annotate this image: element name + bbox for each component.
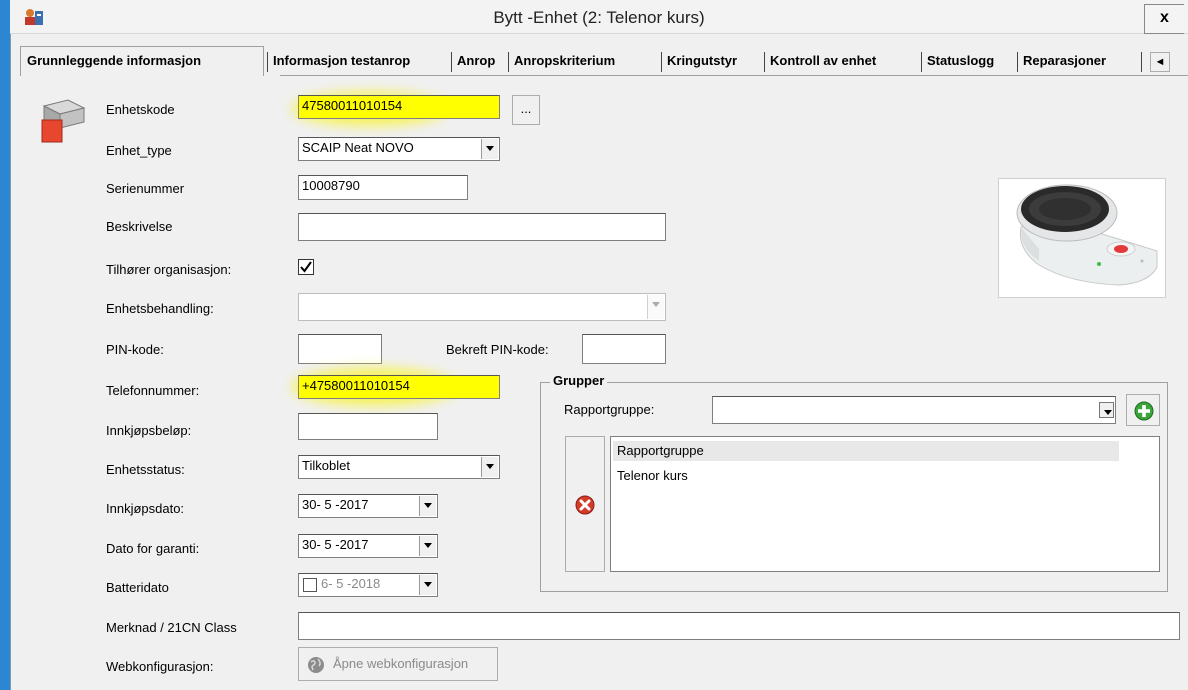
dropdown-arrow-icon[interactable] [647,295,664,319]
apne-webkonfigurasjon-label: Åpne webkonfigurasjon [333,656,469,671]
list-item[interactable]: Telenor kurs [617,468,688,483]
close-button[interactable]: x [1144,4,1184,34]
beskrivelse-label: Beskrivelse [106,219,173,234]
tab-anrop[interactable]: Anrop [451,50,495,74]
innkjopsdato-label: Innkjøpsdato: [106,501,185,516]
checkmark-icon [300,261,312,273]
tab-kringutstyr[interactable]: Kringutstyr [661,50,737,74]
device-image [998,178,1166,298]
rapportgruppe-label: Rapportgruppe: [564,402,655,417]
telefonnummer-label: Telefonnummer: [106,383,200,398]
bekreft-pin-kode-field[interactable] [582,334,666,364]
merknad-field[interactable] [298,612,1180,640]
add-icon [1134,401,1154,421]
serienummer-label: Serienummer [106,181,185,196]
enhetskode-browse-button[interactable]: ... [512,95,540,125]
tab-separator [1141,52,1142,72]
dropdown-arrow-icon[interactable] [481,139,498,159]
enhetsbehandling-select[interactable] [298,293,666,321]
serienummer-field[interactable]: 10008790 [298,175,468,200]
dropdown-arrow-icon[interactable] [419,536,436,556]
tab-underline [280,75,1188,76]
enhetsstatus-value: Tilkoblet [302,458,350,473]
innkjopsdato-value: 30- 5 -2017 [302,497,369,512]
enhet-type-select[interactable]: SCAIP Neat NOVO [298,137,500,161]
dato-for-garanti-value: 30- 5 -2017 [302,537,369,552]
enhetskode-label: Enhetskode [106,102,175,117]
enhet-type-label: Enhet_type [106,143,172,158]
rapportgruppe-select[interactable] [712,396,1116,424]
innkjopsbelop-field[interactable] [298,413,438,440]
tab-grunnleggende-informasjon[interactable]: Grunnleggende informasjon [20,46,264,76]
dropdown-arrow-icon[interactable] [481,457,498,477]
title-bar: Bytt -Enhet (2: Telenor kurs) [10,0,1188,34]
enhetsstatus-label: Enhetsstatus: [106,462,185,477]
batteridato-picker[interactable]: 6- 5 -2018 [298,573,438,597]
tilhorer-organisasjon-checkbox[interactable] [298,259,314,275]
list-item[interactable]: Rapportgruppe [617,443,704,458]
tilhorer-organisasjon-label: Tilhører organisasjon: [106,262,232,277]
pin-kode-field[interactable] [298,334,382,364]
dropdown-arrow-icon[interactable] [419,496,436,516]
pin-kode-label: PIN-kode: [106,342,164,357]
dropdown-arrow-icon[interactable] [419,575,436,595]
dropdown-arrow-icon[interactable] [1099,402,1114,418]
tab-scroll-left-button[interactable]: ◄ [1150,52,1170,72]
enhetsstatus-select[interactable]: Tilkoblet [298,455,500,479]
grupper-title: Grupper [550,373,608,388]
batteridato-label: Batteridato [106,580,169,595]
add-group-button[interactable] [1126,394,1160,426]
tab-strip: Grunnleggende informasjon Informasjon te… [10,34,1188,76]
beskrivelse-field[interactable] [298,213,666,241]
group-list[interactable]: Rapportgruppe Telenor kurs [610,436,1160,572]
dato-for-garanti-picker[interactable]: 30- 5 -2017 [298,534,438,558]
innkjopsdato-picker[interactable]: 30- 5 -2017 [298,494,438,518]
enhet-type-value: SCAIP Neat NOVO [302,140,414,155]
bekreft-pin-kode-label: Bekreft PIN-kode: [446,342,549,357]
device-icon [41,99,86,143]
enhetskode-field[interactable]: 47580011010154 [298,95,500,119]
globe-icon [308,657,324,673]
window-title: Bytt -Enhet (2: Telenor kurs) [493,8,705,27]
merknad-label: Merknad / 21CN Class [106,620,237,635]
tab-informasjon-testanrop[interactable]: Informasjon testanrop [267,50,410,74]
batteridato-value: 6- 5 -2018 [321,576,381,591]
dato-for-garanti-label: Dato for garanti: [106,541,200,556]
tab-anropskriterium[interactable]: Anropskriterium [508,50,615,74]
webkonfigurasjon-label: Webkonfigurasjon: [106,659,214,674]
enhetsbehandling-label: Enhetsbehandling: [106,301,214,316]
tab-reparasjoner[interactable]: Reparasjoner [1017,50,1106,74]
neat-novo-device-picture [1016,184,1158,286]
telefonnummer-field[interactable]: +47580011010154 [298,375,500,399]
tab-statuslogg[interactable]: Statuslogg [921,50,994,74]
tab-kontroll-av-enhet[interactable]: Kontroll av enhet [764,50,876,74]
remove-icon [575,495,595,515]
innkjopsbelop-label: Innkjøpsbeløp: [106,423,192,438]
batteridato-checkbox[interactable] [303,578,317,592]
remove-group-button[interactable] [565,436,605,572]
apne-webkonfigurasjon-button[interactable]: Åpne webkonfigurasjon [298,647,498,681]
